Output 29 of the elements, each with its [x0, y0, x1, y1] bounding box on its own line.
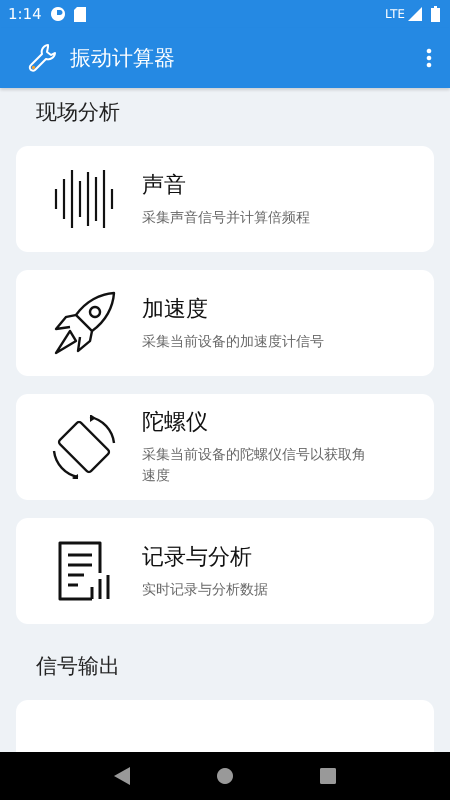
feature-card[interactable]: 加速度 采集当前设备的加速度计信号 — [16, 270, 434, 376]
sd-card-icon — [74, 6, 86, 22]
screen-rotation-icon — [52, 415, 116, 479]
feature-card[interactable]: 记录与分析 实时记录与分析数据 — [16, 518, 434, 624]
feature-description: 采集当前设备的陀螺仪信号以获取角速度 — [142, 446, 367, 486]
feature-card[interactable]: 声音 采集声音信号并计算倍频程 — [16, 146, 434, 252]
section-title: 现场分析 — [35, 99, 121, 126]
sound-wave-icon — [52, 167, 116, 231]
feature-description: 采集当前设备的加速度计信号 — [142, 332, 324, 352]
network-type: LTE — [385, 7, 405, 21]
feature-title: 记录与分析 — [142, 544, 253, 572]
wrench-icon — [28, 43, 58, 73]
back-icon[interactable] — [114, 767, 130, 785]
more-icon — [426, 48, 432, 68]
section-title: 信号输出 — [35, 653, 121, 680]
feature-description: 采集声音信号并计算倍频程 — [142, 208, 310, 228]
battery-icon — [431, 6, 440, 22]
recents-icon[interactable] — [320, 768, 336, 784]
feature-title: 声音 — [142, 172, 187, 200]
feature-card[interactable]: 陀螺仪 采集当前设备的陀螺仪信号以获取角速度 — [16, 394, 434, 500]
feature-title: 加速度 — [142, 296, 209, 324]
app-title: 振动计算器 — [70, 45, 175, 72]
feature-description: 实时记录与分析数据 — [142, 580, 268, 600]
feature-title: 陀螺仪 — [142, 409, 209, 437]
status-time: 1:14 — [8, 5, 42, 23]
signal-icon — [407, 6, 423, 22]
rocket-icon — [52, 291, 116, 355]
home-icon[interactable] — [216, 768, 233, 784]
app-notification-icon — [50, 6, 66, 22]
